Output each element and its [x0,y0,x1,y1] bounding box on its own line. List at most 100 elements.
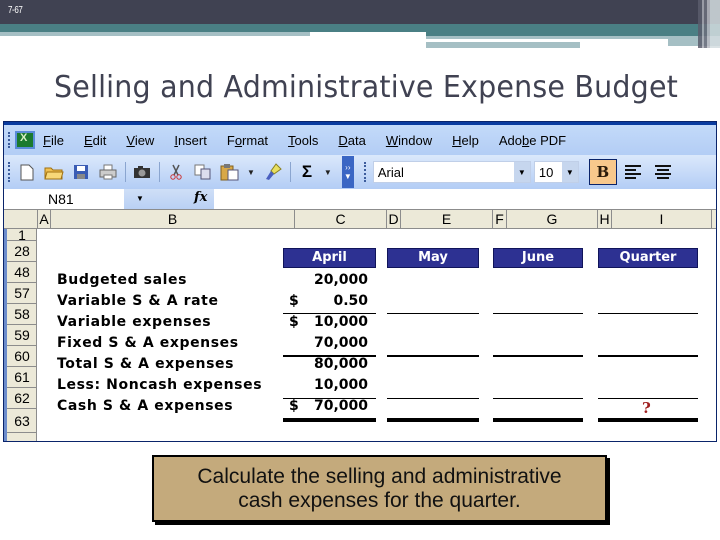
toolbar-grip[interactable] [8,132,11,148]
cut-icon[interactable] [166,162,186,182]
column-header-j[interactable]: J [712,210,716,229]
font-size-select[interactable]: 10 ▼ [533,161,579,183]
column-header-a[interactable]: A [38,210,51,229]
column-header-c[interactable]: C [295,210,387,229]
autosum-icon[interactable]: Σ [297,162,317,182]
menu-view[interactable]: View [126,133,154,148]
menu-adobe-pdf[interactable]: Adobe PDF [499,133,566,148]
menu-format[interactable]: Format [227,133,268,148]
format-painter-icon[interactable] [263,162,283,182]
autosum-dropdown-arrow[interactable]: ▼ [324,168,332,177]
april-value[interactable]: 70,000 [288,335,368,351]
font-name-value: Arial [377,164,404,180]
copy-icon[interactable] [193,162,213,182]
subtotal-rule [283,313,376,314]
formula-input[interactable] [218,189,716,209]
bold-button[interactable]: B [588,159,617,185]
row-header-62[interactable]: 62 [7,388,37,409]
worksheet-grid[interactable]: April May June Quarter Budgeted sales 20,… [38,229,716,441]
column-header-i[interactable]: I [612,210,712,229]
quarter-cash-expenses-unknown: ? [642,399,651,417]
row-header-60[interactable]: 60 [7,346,37,367]
menu-tools[interactable]: Tools [288,133,318,148]
line-item-label[interactable]: Variable S & A rate [57,293,219,309]
menu-edit[interactable]: Edit [84,133,106,148]
line-item-label[interactable]: Variable expenses [57,314,211,330]
excel-app-icon[interactable] [15,131,35,149]
paste-icon[interactable] [220,162,240,182]
formula-bar: N81 ▼ fx [4,189,716,209]
accent-stripe [426,36,668,39]
column-header-b[interactable]: B [51,210,295,229]
font-name-select[interactable]: Arial ▼ [372,161,531,183]
new-icon[interactable] [17,162,37,182]
row-header-1[interactable]: 1 [7,228,37,242]
slide-number: 7-67 [8,5,23,16]
header-june[interactable]: June [493,248,583,268]
menu-window[interactable]: Window [386,133,432,148]
row-header-28[interactable]: 28 [7,241,37,262]
menu-file[interactable]: File [43,133,64,148]
menu-insert[interactable]: Insert [174,133,207,148]
column-header-g[interactable]: G [507,210,598,229]
line-item-label[interactable]: Less: Noncash expenses [57,377,262,393]
column-headers: ABCDEFGHIJ [4,209,716,229]
april-value[interactable]: 80,000 [288,356,368,372]
row-header-48[interactable]: 48 [7,262,37,283]
standard-toolbar: ▼ Σ ▼ ›› ▼ Arial ▼ 10 ▼ B [4,155,716,189]
total-rule [493,355,583,357]
accent-stripe [426,42,580,48]
row-header-57[interactable]: 57 [7,283,37,304]
paste-dropdown-arrow[interactable]: ▼ [247,168,255,177]
april-value[interactable]: 10,000 [288,314,368,330]
camera-icon[interactable] [132,162,152,182]
line-item-label[interactable]: Fixed S & A expenses [57,335,239,351]
total-rule [283,355,376,357]
double-total-rule [493,418,583,422]
menu-help[interactable]: Help [452,133,479,148]
fx-icon[interactable]: fx [194,190,207,205]
slide-header-band [0,0,720,24]
toolbar-separator [289,162,291,182]
april-value[interactable]: 0.50 [288,293,368,309]
april-value[interactable]: 20,000 [288,272,368,288]
row-header-61[interactable]: 61 [7,367,37,388]
open-icon[interactable] [44,162,64,182]
toolbar-separator [125,162,126,182]
line-item-label[interactable]: Budgeted sales [57,272,187,288]
column-header-h[interactable]: H [598,210,612,229]
callout-line-1: Calculate the selling and administrative [197,465,562,488]
header-quarter[interactable]: Quarter [598,248,698,268]
print-icon[interactable] [98,162,118,182]
subtotal-rule [598,313,698,314]
toolbar-grip[interactable] [8,162,11,182]
chevron-down-icon[interactable]: ▼ [513,162,530,182]
menu-data[interactable]: Data [338,133,365,148]
april-value[interactable]: 70,000 [288,398,368,414]
column-header-e[interactable]: E [401,210,493,229]
toolbar-grip[interactable] [363,162,367,182]
row-headers: 1 28 48 57 58 59 60 61 62 63 [4,228,37,441]
total-rule [387,355,479,357]
row-header-59[interactable]: 59 [7,325,37,346]
align-left-icon[interactable] [624,162,647,182]
row-header-63[interactable]: 63 [7,409,37,433]
toolbar-options-chevron[interactable]: ›› ▼ [341,156,354,188]
column-header-d[interactable]: D [387,210,401,229]
line-item-label[interactable]: Cash S & A expenses [57,398,233,414]
subtotal-rule [387,313,479,314]
align-center-icon[interactable] [654,162,677,182]
slide-title: Selling and Administrative Expense Budge… [53,70,679,105]
header-may[interactable]: May [387,248,479,268]
chevron-down-icon[interactable]: ▼ [561,162,578,182]
line-item-label[interactable]: Total S & A expenses [57,356,234,372]
column-header-f[interactable]: F [493,210,507,229]
save-icon[interactable] [71,162,91,182]
april-value[interactable]: 10,000 [288,377,368,393]
total-rule [598,355,698,357]
row-header-58[interactable]: 58 [7,304,37,325]
subtotal-rule [493,313,583,314]
name-box[interactable]: N81 [4,189,124,209]
header-april[interactable]: April [283,248,376,268]
corner-decoration [698,0,720,48]
